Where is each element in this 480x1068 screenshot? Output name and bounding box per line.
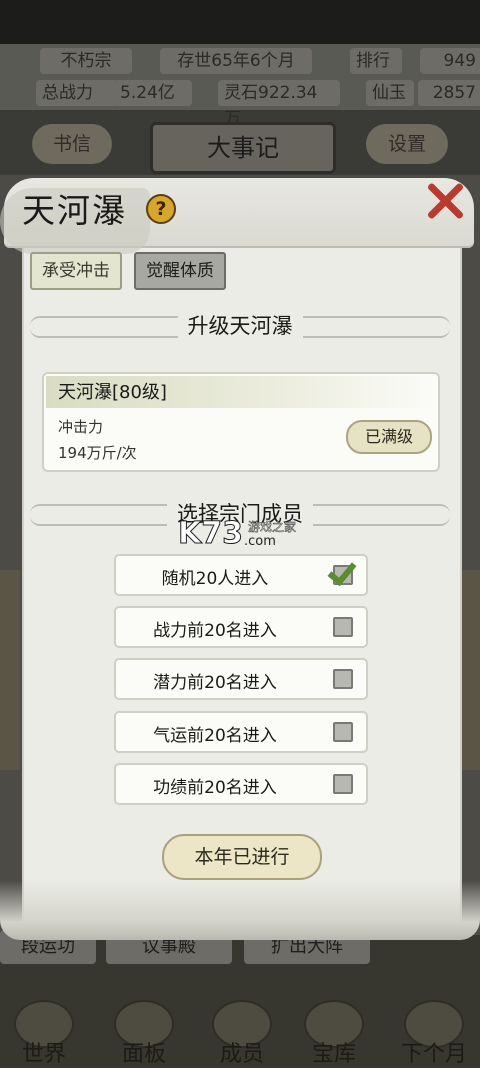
dialog-title: 天河瀑 [22,191,127,230]
nav-label: 下个月 [400,1042,467,1067]
checkbox[interactable] [333,774,353,794]
checkmark-icon [328,552,362,582]
watermark-brand: K73 [178,516,244,552]
building-info-card: 天河瀑[80级] 冲击力 194万斤/次 已满级 [42,372,440,472]
help-icon[interactable]: ? [146,194,176,224]
dialog-bottom-ornament [0,880,480,940]
watermark-logo: K73 游戏之家 .com [178,516,302,552]
close-icon[interactable] [424,180,466,222]
rank-label: 排行 [350,48,402,74]
stat-label: 冲击力 [58,418,104,436]
stat-value: 194万斤/次 [58,444,137,462]
upgrade-section-title: 升级天河瀑 [0,310,480,340]
option-label: 潜力前20名进入 [153,673,277,693]
background-side-left [0,570,20,770]
option-label: 功绩前20名进入 [153,778,277,798]
option-top-potential[interactable]: 潜力前20名进入 [114,658,368,700]
nav-members[interactable]: 成员 [202,1000,282,1067]
option-top-power[interactable]: 战力前20名进入 [114,606,368,648]
nav-treasury[interactable]: 宝库 [294,1000,374,1067]
nav-label: 世界 [21,1042,66,1067]
building-name-level: 天河瀑[80级] [58,382,167,403]
nav-label: 成员 [219,1042,264,1067]
top-bar [0,0,480,44]
option-top-merit[interactable]: 功绩前20名进入 [114,763,368,805]
tab-awaken-physique[interactable]: 觉醒体质 [134,252,226,290]
checkbox[interactable] [333,722,353,742]
jade-label: 仙玉 [366,80,414,106]
time-label: 存世65年6个月 [160,48,312,74]
tab-bear-impact[interactable]: 承受冲击 [30,252,122,290]
nav-world[interactable]: 世界 [4,1000,84,1067]
nav-panel[interactable]: 面板 [104,1000,184,1067]
option-label: 气运前20名进入 [153,726,277,746]
done-this-year-button[interactable]: 本年已进行 [162,834,322,880]
power-value: 5.24亿 [114,80,192,106]
upgrade-section-title-text: 升级天河瀑 [177,314,303,338]
chronicle-title: 大事记 [150,122,336,174]
status-bar: 不朽宗 存世65年6个月 排行 949 总战力 5.24亿 灵石922.34万 … [0,44,480,129]
jade-value: 2857 [418,80,480,106]
watermark-domain: .com [244,534,276,549]
checkbox[interactable] [333,669,353,689]
background-side-right [460,570,480,770]
rank-value: 949 [420,48,480,74]
power-label: 总战力 [36,80,118,106]
max-level-button[interactable]: 已满级 [346,420,432,454]
option-top-luck[interactable]: 气运前20名进入 [114,711,368,753]
option-random-20[interactable]: 随机20人进入 [114,554,368,596]
checkbox[interactable] [333,617,353,637]
option-label: 战力前20名进入 [153,621,277,641]
watermark-sub: 游戏之家 [248,520,297,535]
nav-label: 宝库 [311,1042,356,1067]
option-label: 随机20人进入 [161,569,269,589]
stone-value: 灵石922.34万 [218,80,340,129]
settings-button: 设置 [366,124,448,164]
sect-name: 不朽宗 [40,48,132,74]
nav-next-month[interactable]: 下个月 [394,1000,474,1067]
nav-label: 面板 [121,1042,166,1067]
letters-button: 书信 [32,124,112,164]
